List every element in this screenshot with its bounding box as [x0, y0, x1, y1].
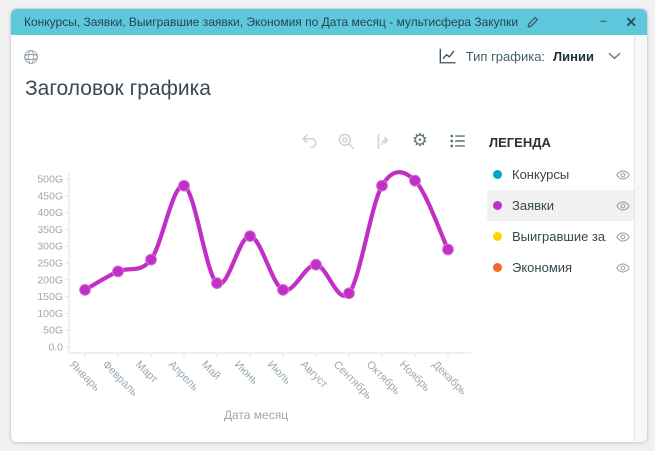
data-point[interactable] [377, 180, 388, 191]
x-tick-label: Апрель [166, 359, 201, 394]
chart-type-value: Линии [553, 49, 594, 64]
chevron-down-icon [608, 52, 621, 60]
x-tick-label: Июль [265, 359, 294, 388]
chart-type-icon [437, 47, 458, 65]
close-button[interactable]: ✕ [625, 15, 637, 29]
legend-panel: ЛЕГЕНДА Конкурсы Заявки Выигравшие зая... Э… [487, 135, 635, 283]
edit-title-icon[interactable] [526, 15, 540, 29]
minimize-button[interactable]: – [600, 14, 607, 27]
visibility-eye-icon[interactable] [616, 169, 630, 181]
list-icon[interactable] [447, 131, 467, 151]
y-tick-label: 200G [37, 274, 63, 286]
data-point[interactable] [344, 288, 355, 299]
legend-items: Конкурсы Заявки Выигравшие зая... Экономия [487, 159, 635, 283]
y-tick-label: 150G [37, 291, 63, 303]
legend-item-label: Экономия [512, 260, 572, 275]
y-tick-label: 50G [43, 325, 63, 337]
x-axis-title: Дата месяц [31, 408, 481, 422]
window-controls: – ✕ [600, 15, 637, 29]
y-tick-label: 450G [37, 190, 63, 202]
line-series [85, 172, 448, 296]
zoom-icon[interactable] [336, 131, 356, 151]
legend-item[interactable]: Выигравшие зая... [487, 221, 635, 252]
drill-export-icon[interactable] [373, 131, 393, 151]
legend-item-label: Заявки [512, 198, 554, 213]
x-tick-label: Июнь [232, 359, 260, 387]
y-tick-label: 300G [37, 241, 63, 253]
x-tick-label: Декабрь [430, 359, 469, 398]
legend-color-dot [493, 263, 502, 272]
scrollbar-track[interactable] [634, 35, 647, 442]
legend-header: ЛЕГЕНДА [487, 135, 635, 150]
y-tick-label: 250G [37, 258, 63, 270]
data-point[interactable] [410, 175, 421, 186]
settings-gear-icon[interactable]: ⚙ [410, 131, 430, 151]
multisphere-globe-icon[interactable] [23, 49, 39, 70]
visibility-eye-icon[interactable] [616, 262, 630, 274]
data-point[interactable] [278, 284, 289, 295]
legend-color-dot [493, 201, 502, 210]
data-point[interactable] [146, 254, 157, 265]
x-tick-label: Май [199, 359, 223, 383]
legend-item[interactable]: Заявки [487, 190, 635, 221]
legend-item-label: Конкурсы [512, 167, 569, 182]
chart-canvas[interactable]: 0.0 50G 100G 150G 200G 250G 300G 350G 400G 450G 50… [31, 169, 481, 408]
y-tick-label: 100G [37, 308, 63, 320]
data-point[interactable] [179, 180, 190, 191]
window-title: Конкурсы, Заявки, Выигравшие заявки, Эко… [24, 15, 518, 29]
dialog-content: Тип графика: Линии Заголовок графика [11, 35, 647, 442]
visibility-eye-icon[interactable] [616, 231, 630, 243]
y-tick-label: 500G [37, 174, 63, 186]
data-point[interactable] [80, 284, 91, 295]
data-point[interactable] [443, 244, 454, 255]
y-tick-label: 0.0 [48, 342, 63, 354]
legend-color-dot [493, 232, 502, 241]
undo-icon[interactable] [299, 131, 319, 151]
legend-item[interactable]: Конкурсы [487, 159, 635, 190]
data-point[interactable] [212, 278, 223, 289]
titlebar[interactable]: Конкурсы, Заявки, Выигравшие заявки, Эко… [11, 9, 647, 35]
chart-type-label: Тип графика: [466, 49, 545, 64]
y-tick-label: 350G [37, 224, 63, 236]
legend-item-label: Выигравшие зая... [512, 229, 606, 244]
x-tick-label: Март [133, 359, 160, 386]
data-point[interactable] [245, 231, 256, 242]
chart-title: Заголовок графика [25, 77, 211, 101]
data-point[interactable] [311, 259, 322, 270]
x-tick-label: Август [298, 359, 330, 391]
y-tick-label: 400G [37, 207, 63, 219]
visibility-eye-icon[interactable] [616, 200, 630, 212]
chart-type-selector[interactable]: Тип графика: Линии [437, 47, 621, 65]
data-point[interactable] [113, 266, 124, 277]
dialog-window: Конкурсы, Заявки, Выигравшие заявки, Эко… [10, 8, 648, 443]
chart-toolbar: ⚙ [299, 131, 467, 151]
x-tick-label: Январь [67, 359, 102, 394]
legend-color-dot [493, 170, 502, 179]
legend-item[interactable]: Экономия [487, 252, 635, 283]
